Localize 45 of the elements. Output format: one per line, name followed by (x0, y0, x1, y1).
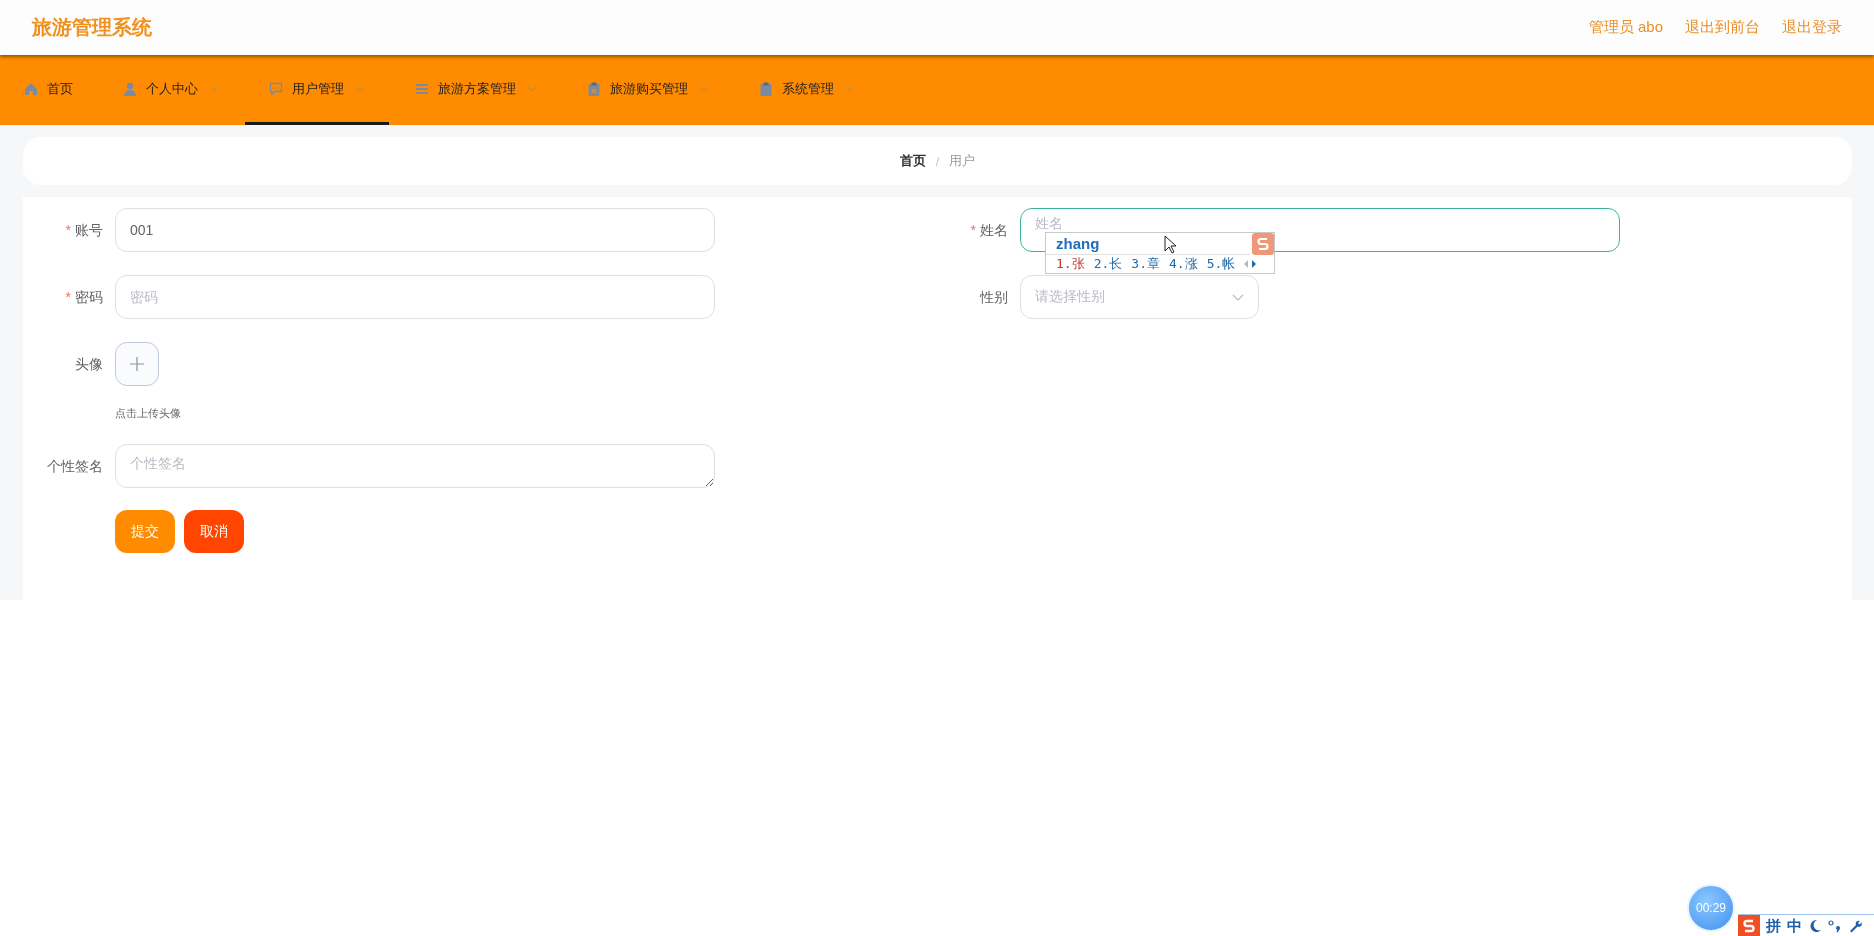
text-input[interactable]: 001 (115, 208, 715, 252)
required-mark: * (65, 288, 71, 307)
ime-candidate[interactable]: 1.张 (1056, 255, 1085, 273)
ime-composition: zhang (1056, 235, 1100, 252)
field-label: 账号 (75, 221, 103, 240)
nav-menu-item[interactable]: 个人中心 (99, 55, 243, 125)
ime-mode-text[interactable]: 中 (1787, 916, 1802, 936)
required-mark: * (65, 221, 71, 240)
wrench-icon (1848, 919, 1862, 933)
clipboard-icon (759, 81, 773, 96)
ime-mode-text[interactable]: 拼 (1766, 916, 1781, 936)
ime-candidate[interactable]: 5.帐 (1206, 255, 1236, 273)
breadcrumb-item[interactable]: 首页 (899, 152, 926, 170)
nav-menu-item[interactable]: 首页 (0, 55, 97, 125)
timer-text: 00:29 (1696, 901, 1726, 915)
field-label: 头像 (75, 355, 103, 374)
chevron-down-icon (1232, 293, 1244, 301)
cursor-icon (1164, 235, 1178, 254)
field-label: 姓名 (980, 221, 1008, 240)
field-label: 密码 (75, 288, 103, 307)
upload-button[interactable] (115, 342, 159, 386)
chat-icon (269, 81, 283, 96)
user-icon (123, 81, 137, 96)
ime-candidate[interactable]: 2.长 (1093, 255, 1123, 273)
moon-icon (1808, 919, 1822, 933)
page-arrows-icon (1244, 259, 1257, 269)
ime-candidate[interactable]: 3.章 (1131, 255, 1160, 273)
punctuation-icon (1828, 919, 1842, 933)
breadcrumb-separator: / (935, 153, 940, 169)
nav-menu-item[interactable]: 旅游方案管理 (391, 55, 561, 125)
home-icon (24, 81, 38, 96)
app-title: 旅游管理系统 (32, 15, 152, 40)
breadcrumb-item: 用户 (949, 152, 976, 170)
plus-icon (130, 357, 144, 371)
cancel-button[interactable]: 取消 (184, 510, 244, 553)
field-label: 个性签名 (47, 457, 103, 476)
clipboard-icon (587, 81, 601, 96)
required-mark: * (970, 221, 976, 240)
field-label: 性别 (980, 288, 1008, 307)
nav-menu-item[interactable]: 旅游购买管理 (563, 55, 733, 125)
list-icon (415, 81, 429, 96)
nav-menu-item[interactable]: 系统管理 (735, 55, 879, 125)
ime-candidate[interactable]: 4.涨 (1168, 255, 1198, 273)
textarea-input[interactable]: 个性签名 (115, 444, 715, 488)
upload-hint: 点击上传头像 (115, 406, 181, 421)
